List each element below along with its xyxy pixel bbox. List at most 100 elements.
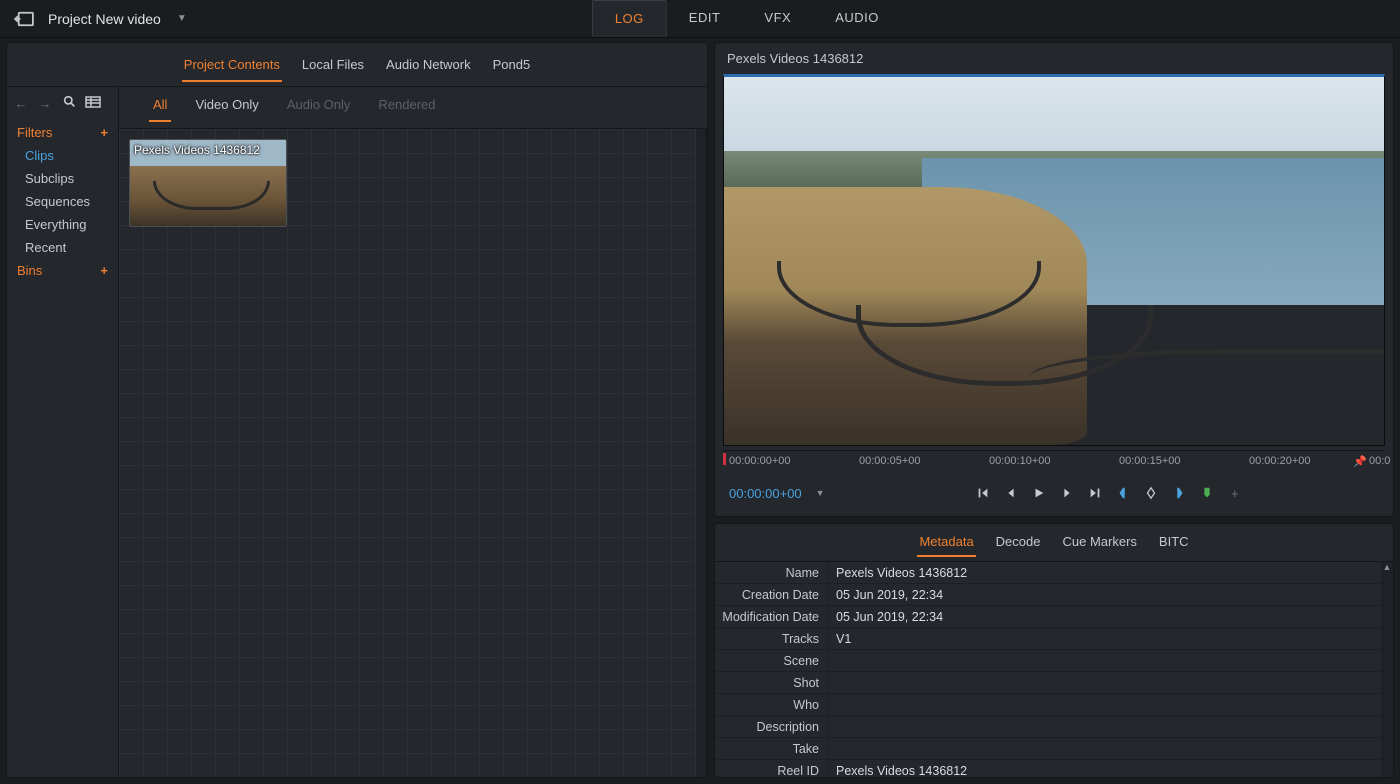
ruler-tick: 00:00:05+00	[859, 455, 920, 467]
metadata-label: Reel ID	[715, 764, 827, 778]
add-filter-icon[interactable]: +	[100, 125, 108, 140]
nav-forward-icon[interactable]: →	[37, 96, 53, 111]
meta-tab-bitc[interactable]: BITC	[1157, 532, 1191, 557]
metadata-value[interactable]	[827, 716, 1393, 737]
step-back-button[interactable]	[1002, 484, 1020, 502]
sidebar-item-sequences[interactable]: Sequences	[11, 190, 114, 213]
metadata-row: Reel IDPexels Videos 1436812	[715, 760, 1393, 777]
metadata-row: Who	[715, 694, 1393, 716]
filters-header[interactable]: Filters +	[11, 121, 114, 144]
browser-sidebar: ← → Filters + Clips Subclips Sequences E…	[7, 87, 119, 777]
metadata-label: Shot	[715, 676, 827, 690]
metadata-value[interactable]: V1	[827, 628, 1393, 649]
metadata-label: Description	[715, 720, 827, 734]
go-start-button[interactable]	[974, 484, 992, 502]
metadata-label: Scene	[715, 654, 827, 668]
play-button[interactable]	[1030, 484, 1048, 502]
sidebar-item-subclips[interactable]: Subclips	[11, 167, 114, 190]
search-icon[interactable]	[61, 95, 77, 111]
source-tab-local-files[interactable]: Local Files	[300, 53, 366, 82]
sidebar-item-recent[interactable]: Recent	[11, 236, 114, 259]
clear-marks-button[interactable]	[1142, 484, 1160, 502]
add-bin-icon[interactable]: +	[100, 263, 108, 278]
project-dropdown-icon[interactable]: ▼	[177, 13, 187, 24]
filter-video-only[interactable]: Video Only	[191, 95, 262, 122]
metadata-value[interactable]: Pexels Videos 1436812	[827, 760, 1393, 777]
step-forward-button[interactable]	[1058, 484, 1076, 502]
playhead-icon[interactable]	[723, 453, 726, 465]
clip-grid[interactable]: Pexels Videos 1436812	[119, 129, 707, 777]
metadata-value[interactable]	[827, 650, 1393, 671]
view-mode-icon[interactable]	[85, 96, 101, 111]
metadata-label: Creation Date	[715, 588, 827, 602]
sidebar-item-everything[interactable]: Everything	[11, 213, 114, 236]
metadata-label: Take	[715, 742, 827, 756]
metadata-row: Modification Date05 Jun 2019, 22:34	[715, 606, 1393, 628]
content-filter-row: All Video Only Audio Only Rendered	[119, 87, 707, 129]
source-tab-project-contents[interactable]: Project Contents	[182, 53, 282, 82]
metadata-scrollbar[interactable]: ▲	[1381, 562, 1393, 777]
filter-audio-only[interactable]: Audio Only	[283, 95, 355, 122]
bins-label: Bins	[17, 263, 42, 278]
metadata-value[interactable]: 05 Jun 2019, 22:34	[827, 584, 1393, 605]
tab-edit[interactable]: EDIT	[667, 0, 743, 37]
filter-all[interactable]: All	[149, 95, 171, 122]
clip-thumbnail-label: Pexels Videos 1436812	[134, 143, 260, 157]
ruler-tick: 00:00:15+00	[1119, 455, 1180, 467]
clip-thumbnail[interactable]: Pexels Videos 1436812	[129, 139, 287, 227]
timecode-dropdown-icon[interactable]: ▼	[816, 488, 825, 498]
viewer-panel: Pexels Videos 1436812 00:00:00+00 00:00:…	[714, 42, 1394, 517]
meta-tab-metadata[interactable]: Metadata	[917, 532, 975, 557]
timecode[interactable]: 00:00:00+00	[723, 486, 802, 501]
meta-tab-cue-markers[interactable]: Cue Markers	[1060, 532, 1138, 557]
metadata-label: Name	[715, 566, 827, 580]
metadata-tabs: Metadata Decode Cue Markers BITC	[715, 524, 1393, 562]
metadata-value[interactable]	[827, 738, 1393, 759]
filter-rendered[interactable]: Rendered	[374, 95, 439, 122]
workspace-tabs: LOG EDIT VFX AUDIO	[592, 0, 901, 37]
metadata-row: Creation Date05 Jun 2019, 22:34	[715, 584, 1393, 606]
add-marker-button[interactable]	[1198, 484, 1216, 502]
sidebar-item-clips[interactable]: Clips	[11, 144, 114, 167]
metadata-row: Description	[715, 716, 1393, 738]
pin-icon[interactable]: 📌	[1353, 455, 1367, 468]
tab-vfx[interactable]: VFX	[742, 0, 813, 37]
source-tab-pond5[interactable]: Pond5	[491, 53, 533, 82]
meta-tab-decode[interactable]: Decode	[994, 532, 1043, 557]
go-end-button[interactable]	[1086, 484, 1104, 502]
metadata-value[interactable]	[827, 694, 1393, 715]
bins-header[interactable]: Bins +	[11, 259, 114, 282]
metadata-value[interactable]: 05 Jun 2019, 22:34	[827, 606, 1393, 627]
metadata-row: TracksV1	[715, 628, 1393, 650]
scroll-up-icon[interactable]: ▲	[1381, 562, 1393, 574]
grid-scrollbar[interactable]	[696, 129, 706, 777]
metadata-row: NamePexels Videos 1436812	[715, 562, 1393, 584]
nav-back-icon[interactable]: ←	[13, 96, 29, 111]
metadata-panel: Metadata Decode Cue Markers BITC ▲ NameP…	[714, 523, 1394, 778]
ruler-tick: 00:0	[1369, 455, 1390, 467]
metadata-value[interactable]	[827, 672, 1393, 693]
project-title[interactable]: Project New video	[48, 11, 161, 27]
timeline-ruler[interactable]: 00:00:00+00 00:00:05+00 00:00:10+00 00:0…	[723, 450, 1385, 476]
metadata-body: ▲ NamePexels Videos 1436812Creation Date…	[715, 562, 1393, 777]
ruler-tick: 00:00:20+00	[1249, 455, 1310, 467]
topbar: Project New video ▼ LOG EDIT VFX AUDIO	[0, 0, 1400, 38]
source-tab-audio-network[interactable]: Audio Network	[384, 53, 473, 82]
browser-panel: Project Contents Local Files Audio Netwo…	[6, 42, 708, 778]
tab-log[interactable]: LOG	[592, 0, 667, 37]
mark-out-button[interactable]	[1170, 484, 1188, 502]
tab-audio[interactable]: AUDIO	[813, 0, 901, 37]
viewer-title: Pexels Videos 1436812	[715, 43, 1393, 74]
metadata-label: Who	[715, 698, 827, 712]
filters-label: Filters	[17, 125, 52, 140]
viewer-frame[interactable]	[723, 74, 1385, 446]
transport-bar: 00:00:00+00 ▼ +	[723, 476, 1385, 510]
metadata-row: Shot	[715, 672, 1393, 694]
add-button[interactable]: +	[1226, 484, 1244, 502]
back-button[interactable]	[10, 7, 38, 31]
mark-in-button[interactable]	[1114, 484, 1132, 502]
metadata-value[interactable]: Pexels Videos 1436812	[827, 562, 1393, 583]
metadata-row: Take	[715, 738, 1393, 760]
metadata-label: Modification Date	[715, 610, 827, 624]
metadata-row: Scene	[715, 650, 1393, 672]
